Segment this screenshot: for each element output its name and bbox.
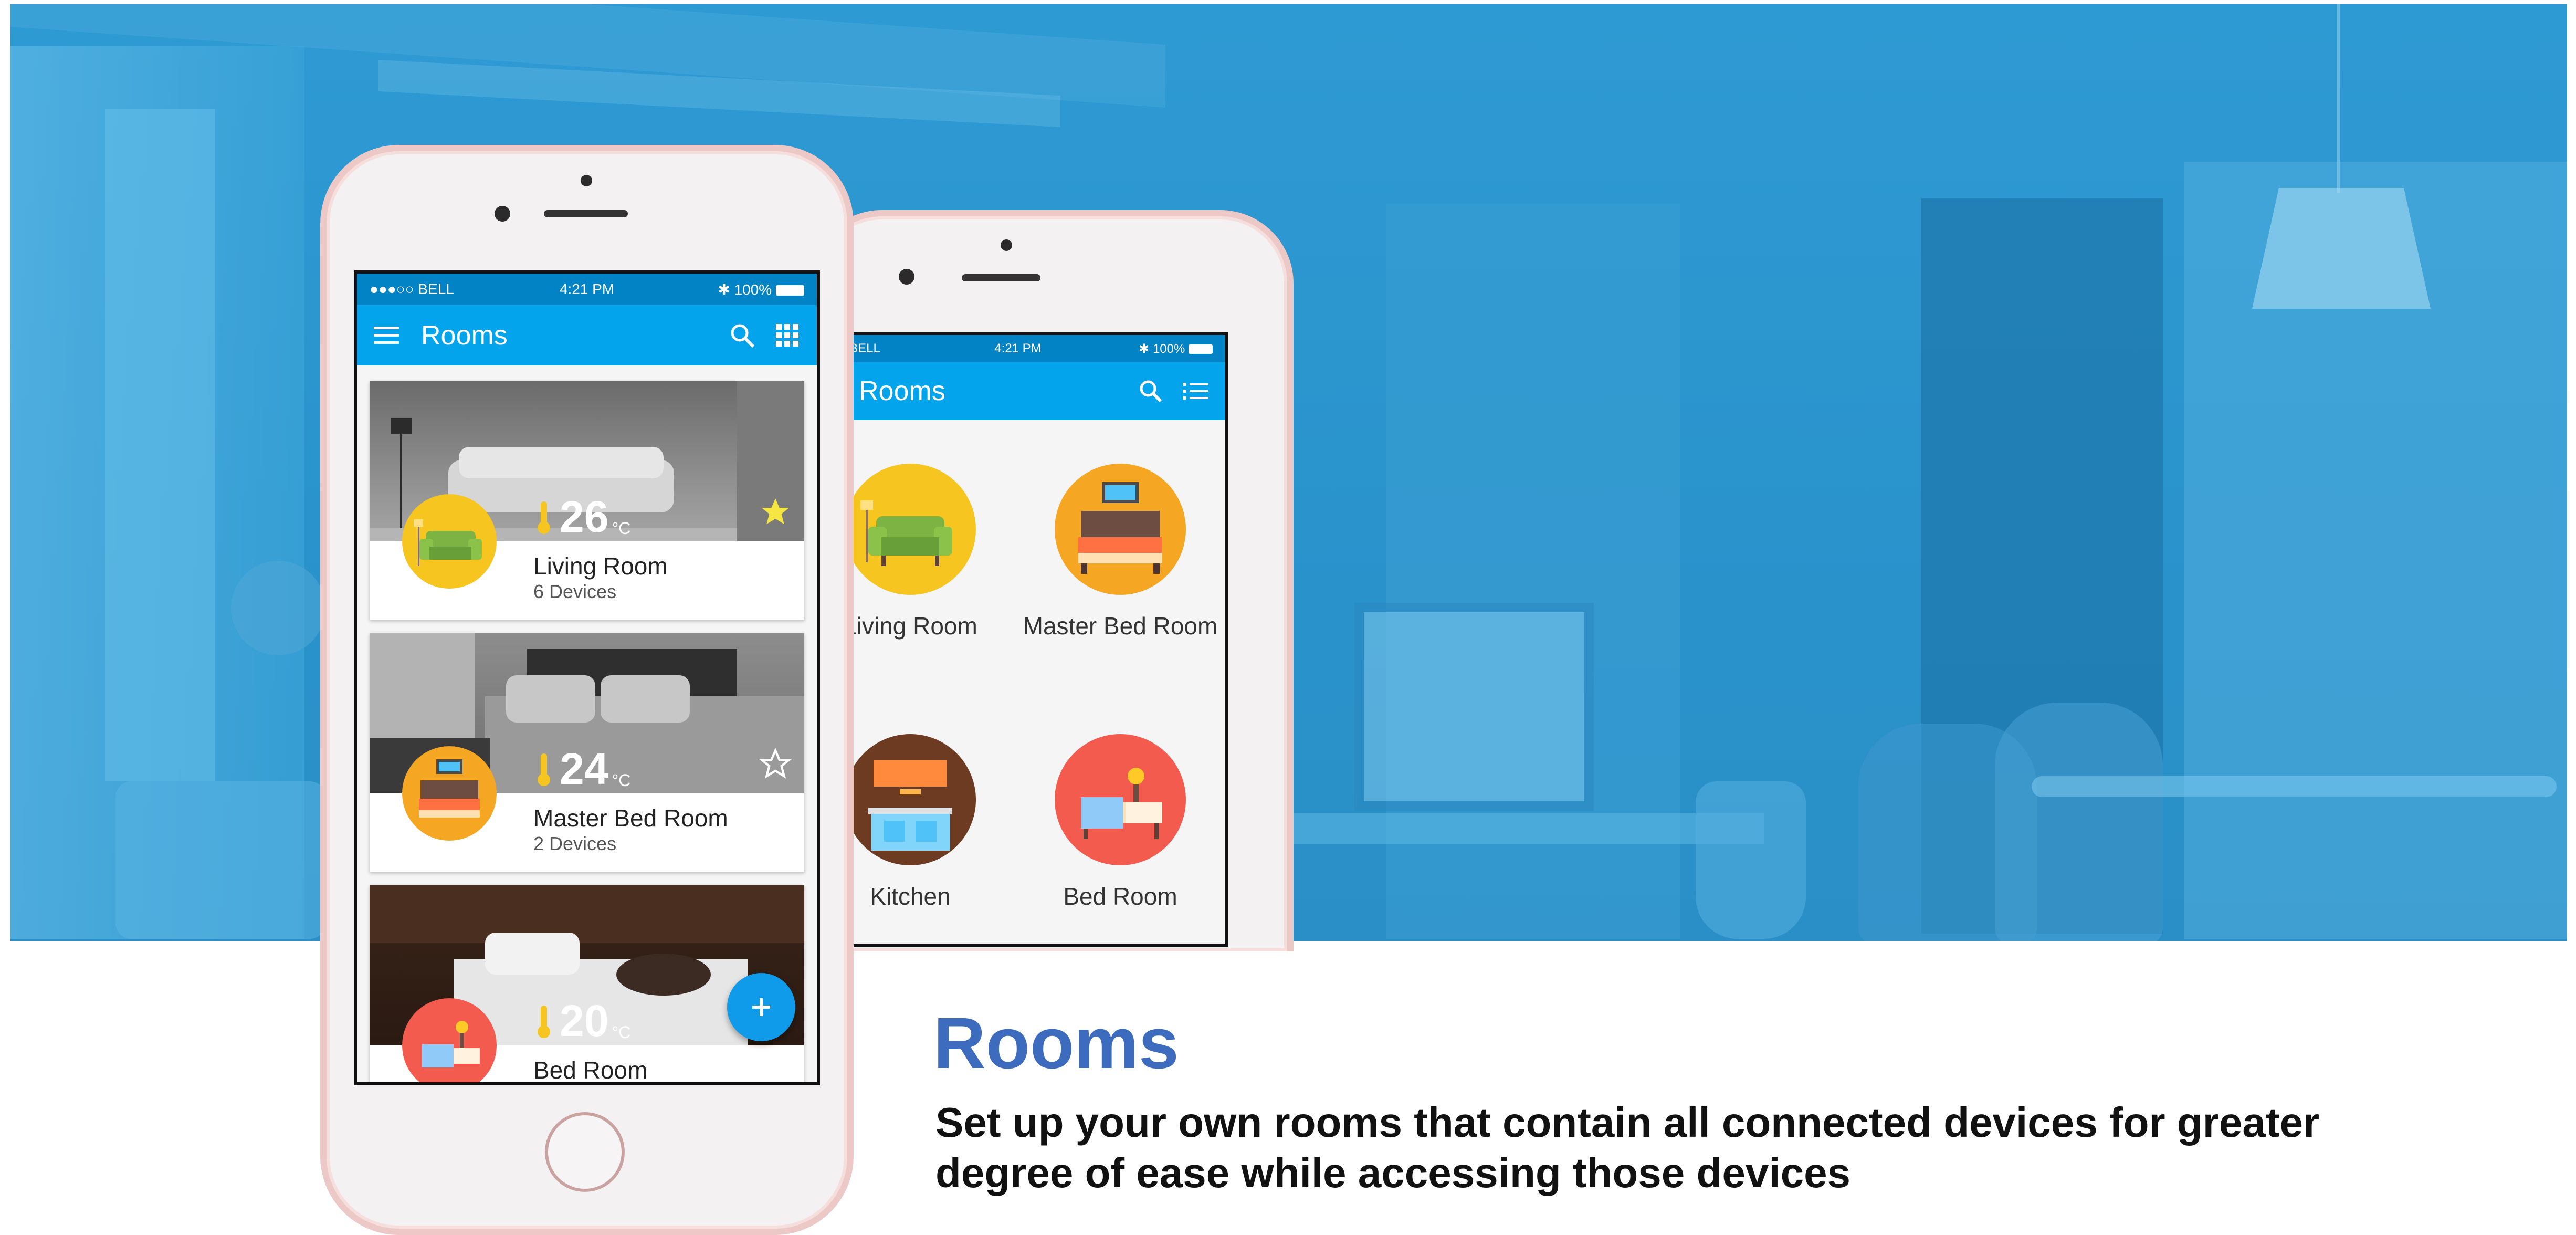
temperature-value: 26 bbox=[560, 492, 609, 541]
list-view-icon[interactable] bbox=[1182, 378, 1210, 405]
temperature-value: 20 bbox=[560, 996, 609, 1045]
background-lamp-cord bbox=[2337, 4, 2340, 193]
temperature-unit: °C bbox=[612, 1023, 631, 1042]
battery-icon bbox=[1189, 344, 1213, 354]
battery-icon bbox=[776, 285, 804, 296]
bed-icon bbox=[1055, 464, 1186, 595]
temperature-unit: °C bbox=[612, 519, 631, 538]
bluetooth-icon: ✱ bbox=[718, 281, 734, 298]
feature-title: Rooms bbox=[933, 1003, 1179, 1084]
room-card-master-bed[interactable]: 24 °C Master Bed Room 2 Devices bbox=[370, 633, 804, 872]
list-screen: ●●●○○ BELL 4:21 PM ✱ 100% Rooms 26 °C Li… bbox=[354, 270, 820, 1085]
background-tv-stand bbox=[1291, 813, 1764, 844]
thermometer-icon bbox=[538, 753, 550, 786]
favorite-star-icon[interactable] bbox=[759, 748, 792, 780]
background-chair bbox=[1995, 703, 2163, 941]
background-plant bbox=[231, 561, 325, 655]
temperature-value: 24 bbox=[560, 744, 609, 793]
room-name: Bed Room bbox=[533, 1056, 648, 1084]
thermometer-icon bbox=[538, 1006, 550, 1038]
grid-room-bed[interactable]: Bed Room bbox=[1021, 734, 1220, 909]
background-vase bbox=[1696, 781, 1806, 939]
status-bar: ●●●○○ BELL 4:21 PM ✱ 100% bbox=[357, 274, 817, 305]
phone-speaker bbox=[962, 274, 1040, 281]
background-lamp bbox=[2252, 188, 2431, 309]
status-bar: ●●○ BELL 4:21 PM ✱ 100% bbox=[811, 335, 1225, 362]
sofa-icon bbox=[845, 464, 976, 595]
phone-sensor bbox=[581, 175, 592, 186]
grid-room-master-bed[interactable]: Master Bed Room bbox=[1021, 464, 1220, 639]
background-tv bbox=[1354, 603, 1594, 811]
app-bar: Rooms bbox=[357, 305, 817, 365]
bed-icon bbox=[402, 998, 497, 1082]
bed-icon bbox=[1055, 734, 1186, 865]
add-room-button[interactable] bbox=[727, 973, 795, 1041]
kitchen-icon bbox=[845, 734, 976, 865]
plus-icon bbox=[752, 998, 770, 1016]
search-icon[interactable] bbox=[729, 322, 756, 349]
phone-sensor bbox=[1001, 239, 1012, 251]
app-bar: Rooms bbox=[811, 362, 1225, 420]
background-sofa bbox=[115, 781, 325, 939]
app-title: Rooms bbox=[421, 320, 508, 351]
battery-label: ✱ 100% bbox=[1139, 341, 1213, 357]
bed-icon bbox=[402, 746, 497, 841]
grid-view-icon[interactable] bbox=[774, 322, 801, 349]
phone-grid-view: ●●○ BELL 4:21 PM ✱ 100% Rooms Living Roo… bbox=[808, 210, 1294, 951]
battery-label: ✱ 100% bbox=[718, 281, 804, 298]
device-count: 2 Devices bbox=[533, 833, 617, 854]
sofa-icon bbox=[402, 494, 497, 589]
grid-screen: ●●○ BELL 4:21 PM ✱ 100% Rooms Living Roo… bbox=[811, 332, 1228, 947]
grid-room-label: Bed Room bbox=[1063, 883, 1177, 910]
temperature-unit: °C bbox=[612, 771, 631, 790]
carrier-label: ●●●○○ BELL bbox=[370, 281, 454, 297]
bluetooth-icon: ✱ bbox=[1139, 341, 1153, 356]
temperature-readout: 24 °C bbox=[533, 744, 630, 794]
menu-icon[interactable] bbox=[373, 322, 400, 349]
room-card-living[interactable]: 26 °C Living Room 6 Devices bbox=[370, 381, 804, 620]
background-window bbox=[105, 109, 215, 781]
favorite-star-icon[interactable] bbox=[759, 496, 792, 528]
phone-list-view: ●●●○○ BELL 4:21 PM ✱ 100% Rooms 26 °C Li… bbox=[320, 145, 854, 1235]
room-name: Master Bed Room bbox=[533, 804, 728, 832]
home-button[interactable] bbox=[545, 1112, 625, 1192]
app-title: Rooms bbox=[859, 376, 945, 406]
phone-camera bbox=[495, 206, 510, 222]
grid-room-label: Master Bed Room bbox=[1023, 612, 1218, 640]
search-icon[interactable] bbox=[1137, 378, 1164, 405]
room-name: Living Room bbox=[533, 552, 668, 580]
background-table bbox=[2032, 776, 2557, 797]
temperature-readout: 26 °C bbox=[533, 491, 630, 542]
phone-camera bbox=[899, 269, 914, 285]
temperature-readout: 20 °C bbox=[533, 996, 630, 1046]
phone-speaker bbox=[544, 210, 628, 217]
thermometer-icon bbox=[538, 501, 550, 534]
device-count: 6 Devices bbox=[533, 581, 617, 602]
feature-description: Set up your own rooms that contain all c… bbox=[935, 1099, 2320, 1196]
